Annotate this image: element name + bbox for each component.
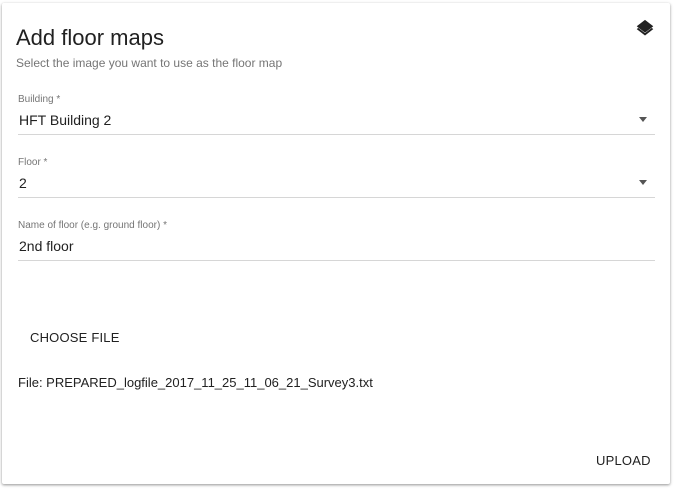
layers-icon[interactable] (634, 18, 656, 40)
floor-value: 2 (19, 175, 27, 191)
floor-name-value[interactable]: 2nd floor (19, 238, 73, 254)
floor-name-label: Name of floor (e.g. ground floor) * (18, 220, 167, 231)
add-floor-map-dialog: Add floor maps Select the image you want… (2, 3, 670, 484)
choose-file-button[interactable]: CHOOSE FILE (22, 325, 128, 350)
floor-select[interactable]: Floor * 2 (18, 157, 655, 198)
selected-file-text: File: PREPARED_logfile_2017_11_25_11_06_… (18, 375, 373, 390)
dialog-title: Add floor maps (16, 25, 164, 50)
upload-button[interactable]: UPLOAD (588, 449, 659, 472)
building-value: HFT Building 2 (19, 112, 112, 128)
floor-name-input[interactable]: Name of floor (e.g. ground floor) * 2nd … (18, 220, 655, 261)
building-label: Building * (18, 94, 61, 105)
dropdown-arrow-icon[interactable] (639, 180, 647, 185)
building-select[interactable]: Building * HFT Building 2 (18, 94, 655, 135)
dropdown-arrow-icon[interactable] (639, 117, 647, 122)
floor-label: Floor * (18, 157, 48, 168)
dialog-subtitle: Select the image you want to use as the … (16, 56, 283, 70)
